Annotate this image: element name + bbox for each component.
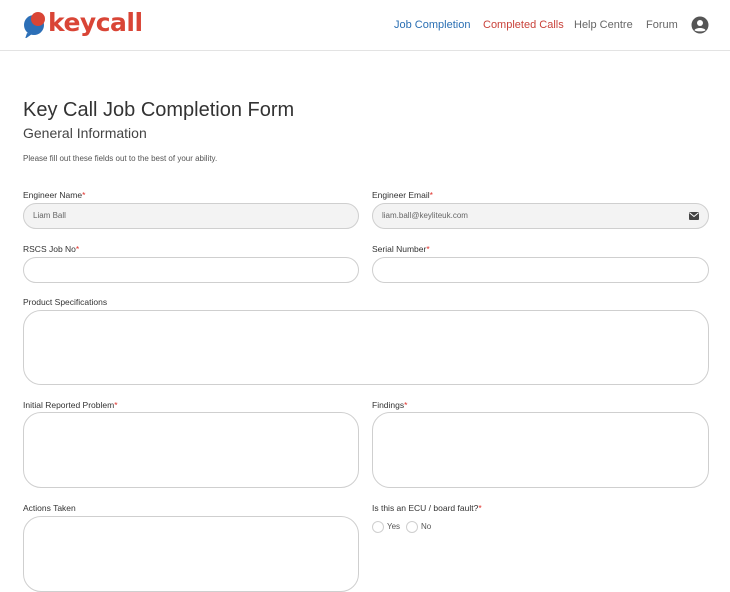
keycall-logo[interactable]: keycall bbox=[23, 8, 143, 38]
engineer-email-label: Engineer Email* bbox=[372, 190, 433, 200]
envelope-icon bbox=[689, 212, 699, 220]
user-circle-icon[interactable] bbox=[691, 16, 709, 34]
required-marker: * bbox=[114, 400, 118, 410]
engineer-name-field[interactable]: Liam Ball bbox=[23, 203, 359, 229]
required-marker: * bbox=[75, 244, 80, 254]
ecu-fault-no-radio[interactable] bbox=[406, 521, 418, 533]
nav-completed-calls[interactable]: Completed Calls bbox=[483, 0, 564, 50]
required-marker: * bbox=[404, 400, 408, 410]
findings-textarea[interactable] bbox=[372, 412, 709, 488]
engineer-email-value: liam.ball@keyliteuk.com bbox=[382, 211, 468, 220]
product-specifications-textarea[interactable] bbox=[23, 310, 709, 385]
ecu-board-fault-label: Is this an ECU / board fault?* bbox=[372, 503, 482, 513]
engineer-name-value: Liam Ball bbox=[33, 211, 66, 220]
logo-text: keycall bbox=[48, 8, 143, 37]
initial-reported-problem-label: Initial Reported Problem* bbox=[23, 400, 118, 410]
nav-help-centre[interactable]: Help Centre bbox=[574, 0, 633, 50]
nav-forum[interactable]: Forum bbox=[646, 0, 678, 50]
rscs-job-no-input[interactable] bbox=[23, 257, 359, 283]
form-instructions: Please fill out these fields out to the … bbox=[23, 154, 218, 163]
required-marker: * bbox=[426, 244, 430, 254]
engineer-name-label: Engineer Name* bbox=[23, 190, 86, 200]
serial-number-input[interactable] bbox=[372, 257, 709, 283]
nav-job-completion[interactable]: Job Completion bbox=[394, 0, 470, 50]
required-marker: * bbox=[82, 190, 86, 200]
product-specifications-label: Product Specifications bbox=[23, 297, 108, 307]
engineer-email-field[interactable]: liam.ball@keyliteuk.com bbox=[372, 203, 709, 229]
initial-reported-problem-textarea[interactable] bbox=[23, 412, 359, 488]
section-title: General Information bbox=[23, 125, 147, 141]
serial-number-label: Serial Number* bbox=[372, 244, 430, 254]
speech-bubble-logo-icon bbox=[24, 12, 45, 38]
ecu-fault-yes-radio[interactable] bbox=[372, 521, 384, 533]
ecu-fault-yes-label[interactable]: Yes bbox=[387, 522, 400, 531]
findings-label: Findings* bbox=[372, 400, 408, 410]
top-navbar: keycall Job Completion Completed Calls H… bbox=[0, 0, 730, 51]
actions-taken-textarea[interactable] bbox=[23, 516, 359, 592]
ecu-fault-no-label[interactable]: No bbox=[421, 522, 431, 531]
page-title: Key Call Job Completion Form bbox=[23, 99, 295, 121]
rscs-job-no-label: RSCS Job No* bbox=[23, 244, 80, 254]
required-marker: * bbox=[429, 190, 433, 200]
required-marker: * bbox=[478, 503, 482, 513]
actions-taken-label: Actions Taken bbox=[23, 503, 76, 513]
